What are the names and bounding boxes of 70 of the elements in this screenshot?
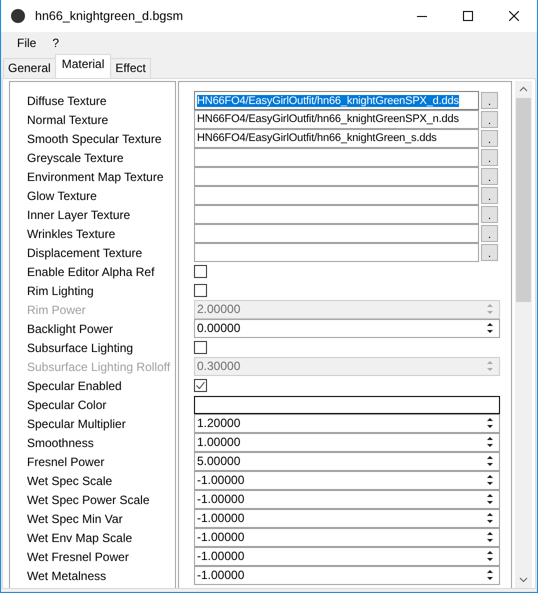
property-label: Glow Texture: [26, 188, 97, 202]
texture-path-field[interactable]: HN66FO4/EasyGirlOutfit/hn66_knightGreenSPX_n.dds: [194, 110, 479, 128]
property-label: Rim Power: [26, 302, 86, 316]
browse-button[interactable]: .: [481, 149, 498, 166]
property-label: Rim Lighting: [26, 284, 94, 298]
close-icon: [509, 11, 519, 21]
number-field[interactable]: -1.00000: [194, 508, 500, 528]
texture-path-field[interactable]: [194, 186, 479, 204]
property-label: Wet Spec Power Scale: [26, 492, 150, 506]
property-label: Environment Map Texture: [26, 170, 164, 184]
tab[interactable]: General: [3, 58, 56, 78]
texture-path-field[interactable]: [194, 204, 479, 224]
browse-button[interactable]: .: [481, 92, 498, 109]
property-label: Specular Color: [26, 398, 106, 412]
browse-button[interactable]: .: [481, 206, 498, 223]
maximize-icon: [463, 11, 473, 21]
property-label: Specular Enabled: [26, 378, 122, 392]
browse-button[interactable]: .: [481, 168, 498, 185]
browse-button[interactable]: .: [481, 130, 498, 147]
number-field[interactable]: -1.00000: [194, 490, 500, 508]
property-label: Wet Spec Scale: [26, 474, 112, 488]
property-label: Specular Multiplier: [26, 416, 126, 430]
checkbox[interactable]: [194, 265, 207, 278]
property-label: Wet Env Map Scale: [26, 530, 132, 544]
property-label: Normal Texture: [26, 112, 108, 126]
color-field[interactable]: [194, 396, 500, 414]
browse-button[interactable]: .: [481, 111, 498, 128]
property-label: Wrinkles Texture: [26, 226, 116, 240]
number-field[interactable]: -1.00000: [194, 528, 500, 546]
number-field[interactable]: -1.00000: [194, 470, 500, 490]
scrollbar[interactable]: [515, 81, 532, 588]
checkbox[interactable]: [194, 284, 207, 297]
window-title: hn66_knightgreen_d.bgsm: [35, 9, 184, 23]
property-label: Subsurface Lighting Rolloff: [26, 360, 170, 374]
scroll-thumb[interactable]: [516, 98, 531, 302]
property-label: Enable Editor Alpha Ref: [26, 264, 154, 278]
property-label: Diffuse Texture: [26, 94, 107, 108]
property-label: Smooth Specular Texture: [26, 132, 162, 146]
number-field[interactable]: 1.00000: [194, 432, 500, 452]
property-label: Backlight Power: [26, 322, 114, 336]
checkbox[interactable]: [194, 341, 207, 354]
property-label: Wet Fresnel Power: [26, 550, 129, 564]
menu-item[interactable]: File: [9, 36, 44, 50]
property-label: Greyscale Texture: [26, 150, 124, 164]
number-field[interactable]: 1.20000: [194, 414, 500, 432]
app-icon: [11, 9, 25, 23]
property-label: Subsurface Lighting: [26, 340, 134, 354]
checkbox[interactable]: [194, 379, 207, 392]
browse-button[interactable]: .: [481, 244, 498, 261]
texture-path-field[interactable]: HN66FO4/EasyGirlOutfit/hn66_knightGreen_s.dds: [194, 128, 479, 148]
texture-path-field[interactable]: [194, 166, 479, 186]
property-label: Displacement Texture: [26, 246, 142, 260]
number-field[interactable]: 5.00000: [194, 452, 500, 470]
tab[interactable]: Effect: [110, 58, 151, 78]
texture-path-field[interactable]: [194, 242, 479, 262]
texture-path-field[interactable]: [194, 224, 479, 242]
property-label: Wet Metalness: [26, 568, 106, 582]
texture-path-field[interactable]: HN66FO4/EasyGirlOutfit/hn66_knightGreenSPX_d.dds: [194, 91, 479, 110]
number-field[interactable]: -1.00000: [194, 546, 500, 566]
tab[interactable]: Material: [54, 54, 112, 78]
property-label: Wet Spec Min Var: [26, 512, 123, 526]
property-label: Fresnel Power: [26, 454, 104, 468]
browse-button[interactable]: .: [481, 187, 498, 204]
browse-button[interactable]: .: [481, 225, 498, 242]
texture-path-field[interactable]: [194, 148, 479, 166]
number-field[interactable]: -1.00000: [194, 566, 500, 584]
number-field[interactable]: 0.00000: [194, 318, 500, 338]
property-label: Smoothness: [26, 436, 94, 450]
menu-item[interactable]: ?: [44, 36, 68, 50]
property-label: Inner Layer Texture: [26, 208, 130, 222]
